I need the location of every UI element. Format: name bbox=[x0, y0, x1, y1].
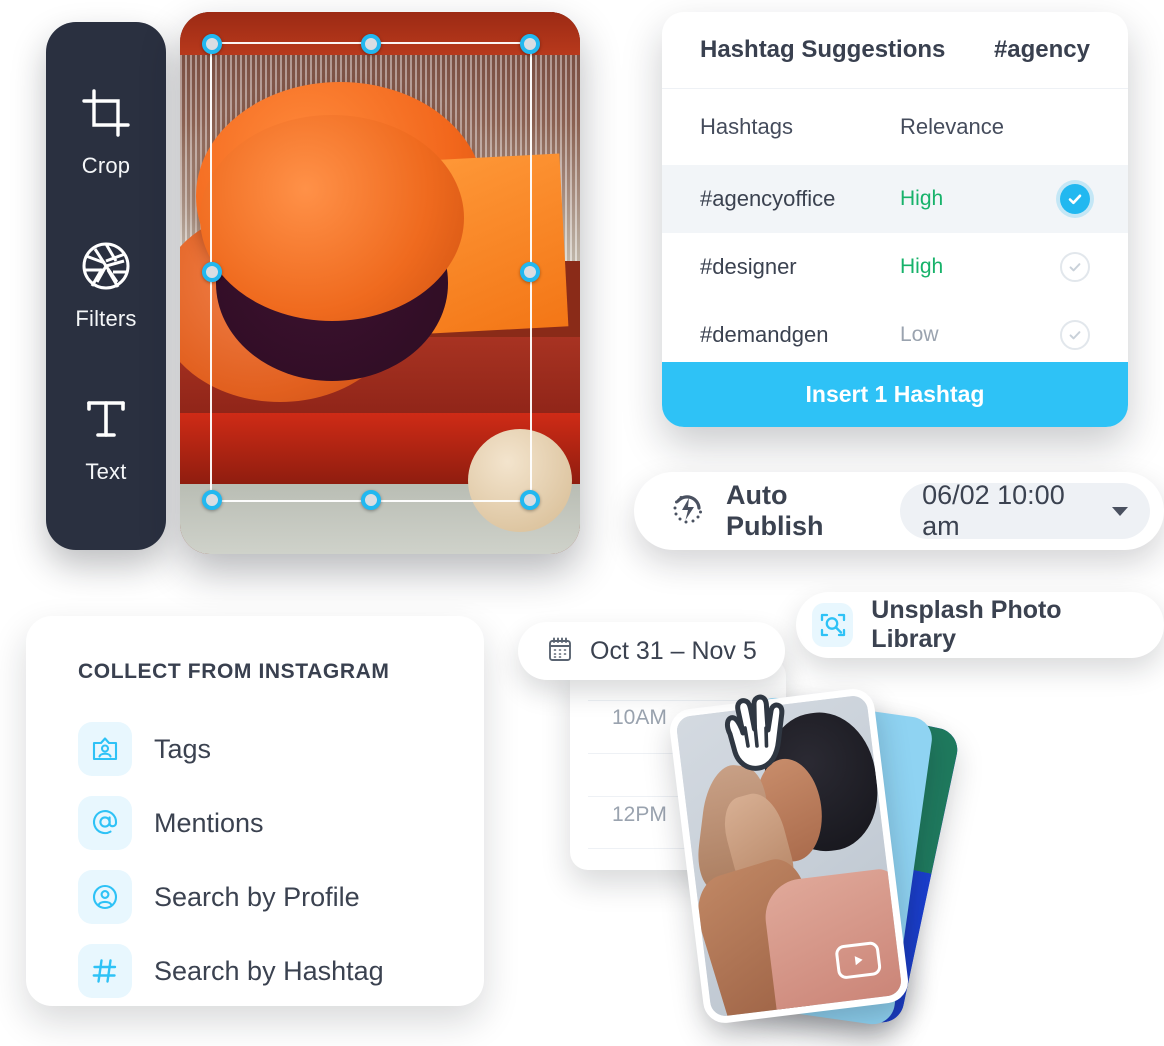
hashtag-panel-header: Hashtag Suggestions #agency bbox=[662, 12, 1128, 89]
date-range-label: Oct 31 – Nov 5 bbox=[590, 636, 757, 665]
crop-handle-top-right[interactable] bbox=[520, 34, 540, 54]
hashtag-suggestions-panel: Hashtag Suggestions #agency Hashtags Rel… bbox=[662, 12, 1128, 427]
crop-handle-top-center[interactable] bbox=[361, 34, 381, 54]
auto-publish-control[interactable]: Auto Publish 06/02 10:00 am bbox=[634, 472, 1164, 550]
auto-publish-bolt-icon bbox=[668, 489, 708, 534]
hashtag-name: #demandgen bbox=[700, 322, 829, 347]
scan-search-icon bbox=[812, 603, 854, 647]
tool-crop[interactable]: Crop bbox=[80, 87, 132, 179]
crop-handle-bottom-left[interactable] bbox=[202, 490, 222, 510]
table-row[interactable]: #demandgen Low bbox=[662, 301, 1128, 369]
table-row[interactable]: #agencyoffice High bbox=[662, 165, 1128, 233]
tool-crop-label: Crop bbox=[81, 152, 131, 178]
hashtag-name: #designer bbox=[700, 254, 797, 279]
tool-text-label: Text bbox=[85, 459, 127, 485]
calendar-time-label: 12PM bbox=[612, 803, 667, 826]
editor-toolbar: Crop Filters Text bbox=[46, 22, 166, 550]
tool-filters[interactable]: Filters bbox=[75, 240, 136, 332]
text-icon bbox=[80, 393, 132, 445]
crop-selection[interactable] bbox=[202, 34, 540, 510]
collect-from-instagram-card: COLLECT FROM INSTAGRAM Tags Mentions Sea… bbox=[26, 616, 484, 1006]
column-header-hashtags: Hashtags bbox=[700, 114, 793, 139]
crop-icon bbox=[80, 87, 132, 139]
collect-item-mentions[interactable]: Mentions bbox=[78, 786, 484, 860]
auto-publish-label: Auto Publish bbox=[726, 480, 824, 541]
hashtag-query: #agency bbox=[993, 36, 1090, 63]
photo-crop-canvas[interactable] bbox=[180, 12, 580, 554]
crop-handle-bottom-center[interactable] bbox=[361, 490, 381, 510]
hashtag-relevance: High bbox=[900, 187, 944, 210]
grab-hand-icon bbox=[716, 694, 790, 779]
hash-icon bbox=[78, 944, 132, 998]
date-range-selector[interactable]: Oct 31 – Nov 5 bbox=[518, 622, 785, 680]
hashtag-panel-title: Hashtag Suggestions bbox=[700, 36, 946, 63]
crop-handle-middle-right[interactable] bbox=[520, 262, 540, 282]
collect-item-tags[interactable]: Tags bbox=[78, 712, 484, 786]
play-icon[interactable] bbox=[834, 940, 883, 980]
person-circle-icon bbox=[78, 870, 132, 924]
auto-publish-datetime-value: 06/02 10:00 am bbox=[922, 480, 1065, 541]
hashtag-checkbox-unchecked-icon[interactable] bbox=[1060, 320, 1090, 350]
table-row[interactable]: #designer High bbox=[662, 233, 1128, 301]
insert-hashtag-button[interactable]: Insert 1 Hashtag bbox=[662, 362, 1128, 427]
unsplash-photo-library-button[interactable]: Unsplash Photo Library bbox=[796, 592, 1164, 658]
hashtag-checkbox-unchecked-icon[interactable] bbox=[1060, 252, 1090, 282]
hashtag-checkbox-checked-icon[interactable] bbox=[1060, 184, 1090, 214]
tool-text[interactable]: Text bbox=[80, 393, 132, 485]
unsplash-label: Unsplash Photo Library bbox=[871, 596, 1062, 653]
column-header-relevance: Relevance bbox=[900, 114, 1004, 139]
hashtag-relevance: Low bbox=[900, 323, 939, 346]
screen: Crop Filters Text Hashtag Suggestions #a… bbox=[0, 0, 1164, 1046]
collect-item-label: Search by Hashtag bbox=[154, 955, 384, 986]
calendar-icon bbox=[546, 635, 574, 668]
collect-title: COLLECT FROM INSTAGRAM bbox=[78, 660, 390, 683]
auto-publish-datetime-select[interactable]: 06/02 10:00 am bbox=[900, 480, 1150, 541]
tag-person-icon bbox=[78, 722, 132, 776]
chevron-down-icon bbox=[1112, 506, 1128, 516]
at-icon bbox=[78, 796, 132, 850]
collect-item-search-by-profile[interactable]: Search by Profile bbox=[78, 860, 484, 934]
tool-filters-label: Filters bbox=[75, 305, 137, 331]
collect-item-label: Tags bbox=[154, 733, 212, 764]
crop-handle-bottom-right[interactable] bbox=[520, 490, 540, 510]
aperture-icon bbox=[80, 240, 132, 292]
collect-item-label: Search by Profile bbox=[154, 881, 360, 912]
hashtag-name: #agencyoffice bbox=[700, 186, 836, 211]
crop-handle-middle-left[interactable] bbox=[202, 262, 222, 282]
hashtag-relevance: High bbox=[900, 255, 944, 278]
collect-item-label: Mentions bbox=[154, 807, 264, 838]
collect-item-search-by-hashtag[interactable]: Search by Hashtag bbox=[78, 934, 484, 1008]
crop-handle-top-left[interactable] bbox=[202, 34, 222, 54]
hashtag-table-header: Hashtags Relevance bbox=[662, 89, 1128, 165]
calendar-time-label: 10AM bbox=[612, 706, 667, 729]
